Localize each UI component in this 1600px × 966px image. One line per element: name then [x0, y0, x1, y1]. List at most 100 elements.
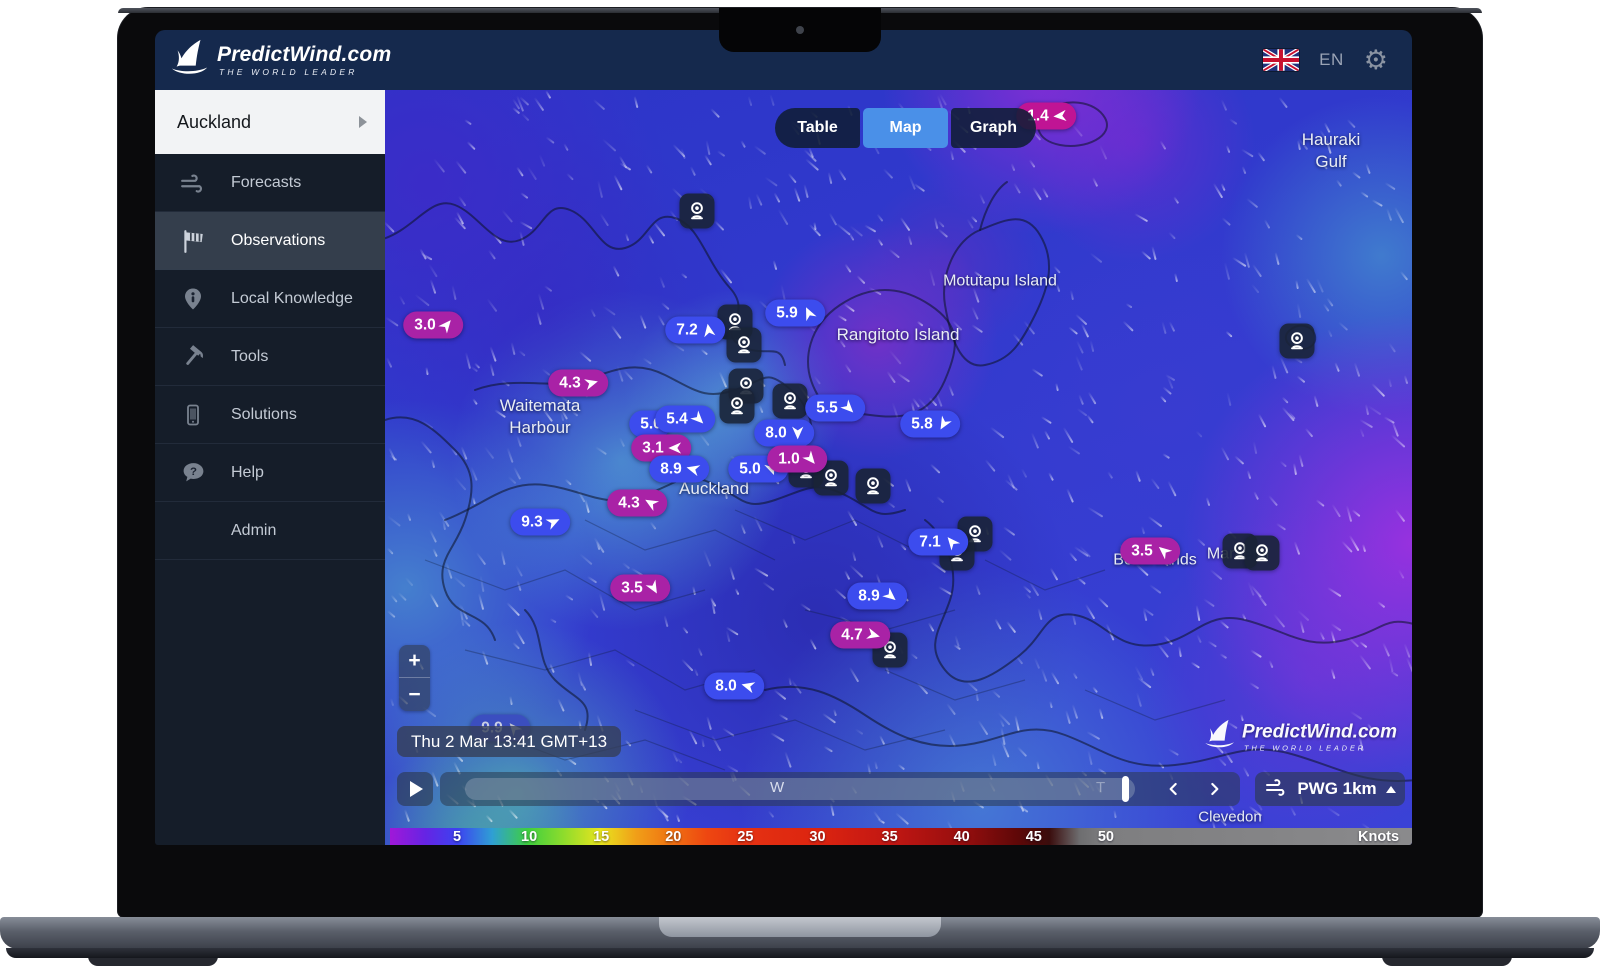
hammer-icon	[155, 344, 231, 370]
location-selector[interactable]: Auckland	[155, 90, 385, 154]
observation-badge[interactable]: 3.5	[1120, 538, 1180, 565]
timeline-handle[interactable]	[1122, 776, 1129, 802]
observation-badge[interactable]: 7.2	[665, 317, 725, 344]
observation-badge[interactable]: 1.0	[767, 446, 827, 473]
observation-badge[interactable]: 4.3	[548, 370, 608, 397]
gear-icon[interactable]: ⚙	[1364, 47, 1388, 74]
laptop-screen: PredictWind.com THE WORLD LEADER EN ⚙	[118, 8, 1482, 917]
view-toggle: TableMapGraph	[775, 108, 1036, 148]
wind-direction-arrow-icon	[439, 318, 454, 333]
sidebar-item-tools[interactable]: Tools	[155, 328, 385, 386]
observation-value: 8.9	[660, 460, 682, 478]
uk-flag-icon[interactable]	[1263, 49, 1299, 71]
play-button[interactable]	[397, 772, 433, 806]
observation-value: 5.5	[816, 399, 838, 417]
wind-icon	[155, 170, 231, 196]
language-selector[interactable]: EN	[1319, 50, 1344, 70]
previous-step-button[interactable]	[1156, 772, 1192, 806]
display-notch	[719, 8, 881, 52]
observation-value: 5.0	[739, 460, 761, 478]
brand-tagline: THE WORLD LEADER	[219, 68, 391, 77]
wind-speed-legend: Knots 5101520253035404550	[390, 828, 1412, 845]
observation-badge[interactable]: 5.9	[765, 300, 825, 327]
sidebar-item-solutions[interactable]: Solutions	[155, 386, 385, 444]
place-label: Clevedon	[1198, 807, 1261, 827]
sidebar-item-forecasts[interactable]: Forecasts	[155, 154, 385, 212]
legend-tick: 5	[453, 829, 461, 845]
timeline-marker-w: W	[770, 779, 784, 796]
wind-direction-arrow-icon	[701, 323, 716, 338]
wind-map[interactable]: Hauraki GulfMotutapu IslandRangitoto Isl…	[385, 90, 1412, 845]
model-selector[interactable]: PWG 1km	[1255, 772, 1405, 806]
zoom-controls: + −	[399, 645, 430, 711]
wind-direction-arrow-icon	[801, 306, 816, 321]
observation-badge[interactable]: 4.7	[830, 622, 890, 649]
observation-badge[interactable]: 5.8	[900, 411, 960, 438]
observation-badge[interactable]: 3.0	[403, 312, 463, 339]
wind-direction-arrow-icon	[667, 441, 682, 456]
place-label: Motutapu Island	[943, 272, 1057, 293]
wind-direction-arrow-icon	[691, 412, 706, 427]
legend-tick: 15	[593, 829, 609, 845]
webcam-marker[interactable]	[720, 389, 755, 424]
legend-tick: 25	[737, 829, 753, 845]
sidebar-item-admin[interactable]: Admin	[155, 502, 385, 560]
view-toggle-map[interactable]: Map	[863, 108, 948, 148]
sidebar-item-help[interactable]: ?Help	[155, 444, 385, 502]
observation-value: 7.1	[919, 533, 941, 551]
observation-badge[interactable]: 9.3	[510, 509, 570, 536]
view-toggle-graph[interactable]: Graph	[951, 108, 1036, 148]
legend-tick: 10	[521, 829, 537, 845]
webcam-marker[interactable]	[773, 384, 808, 419]
location-label: Auckland	[177, 112, 251, 133]
observation-badge[interactable]: 7.1	[908, 529, 968, 556]
timeline-marker-t: T	[1096, 779, 1105, 796]
legend-tick: 45	[1026, 829, 1042, 845]
flag-icon	[155, 228, 231, 254]
watermark-title: PredictWind.com	[1242, 722, 1397, 741]
observation-badge[interactable]: 5.5	[805, 395, 865, 422]
next-step-button[interactable]	[1196, 772, 1232, 806]
view-toggle-table[interactable]: Table	[775, 108, 860, 148]
watermark-logo: PredictWind.com THE WORLD LEADER	[1203, 718, 1397, 757]
wind-direction-arrow-icon	[643, 496, 658, 511]
wind-direction-arrow-icon	[936, 417, 951, 432]
observation-badge[interactable]: 8.9	[649, 456, 709, 483]
zoom-out-button[interactable]: −	[399, 678, 430, 711]
wind-direction-arrow-icon	[790, 426, 805, 441]
webcam-marker[interactable]	[727, 328, 762, 363]
observation-badge[interactable]: 3.5	[610, 575, 670, 602]
sidebar-item-label: Tools	[231, 348, 268, 366]
webcam-dot	[796, 26, 804, 34]
timestamp: Thu 2 Mar 13:41 GMT+13	[397, 726, 621, 757]
laptop-lid-notch	[659, 917, 941, 937]
observation-value: 3.0	[414, 316, 436, 334]
watermark-tagline: THE WORLD LEADER	[1244, 744, 1397, 752]
observation-badge[interactable]: 8.0	[704, 673, 764, 700]
place-label: Rangitoto Island	[837, 324, 960, 346]
webcam-marker[interactable]	[856, 469, 891, 504]
observation-badge[interactable]: 8.9	[847, 583, 907, 610]
observation-badge[interactable]: 5.4	[655, 406, 715, 433]
timeline-bar: W T	[440, 772, 1240, 806]
help-icon: ?	[155, 460, 231, 485]
webcam-marker[interactable]	[680, 194, 715, 229]
observation-value: 4.3	[618, 494, 640, 512]
zoom-in-button[interactable]: +	[399, 645, 430, 678]
wind-direction-arrow-icon	[866, 628, 881, 643]
sidebar-item-local-knowledge[interactable]: Local Knowledge	[155, 270, 385, 328]
laptop-base	[0, 917, 1600, 949]
sidebar-menu: Forecasts Observations Local Knowledge Tool…	[155, 154, 385, 560]
sidebar-item-label: Solutions	[231, 406, 297, 424]
webcam-marker[interactable]	[1245, 536, 1280, 571]
observation-value: 4.7	[841, 626, 863, 644]
observation-badge[interactable]: 8.0	[754, 420, 814, 447]
legend-tick: 35	[882, 829, 898, 845]
wind-direction-arrow-icon	[841, 401, 856, 416]
sidebar-item-observations[interactable]: Observations	[155, 212, 385, 270]
timeline-track[interactable]	[465, 778, 1135, 800]
sidebar-item-label: Observations	[231, 232, 325, 250]
observation-badge[interactable]: 4.3	[607, 490, 667, 517]
observation-value: 9.3	[521, 513, 543, 531]
webcam-marker[interactable]	[1280, 324, 1315, 359]
